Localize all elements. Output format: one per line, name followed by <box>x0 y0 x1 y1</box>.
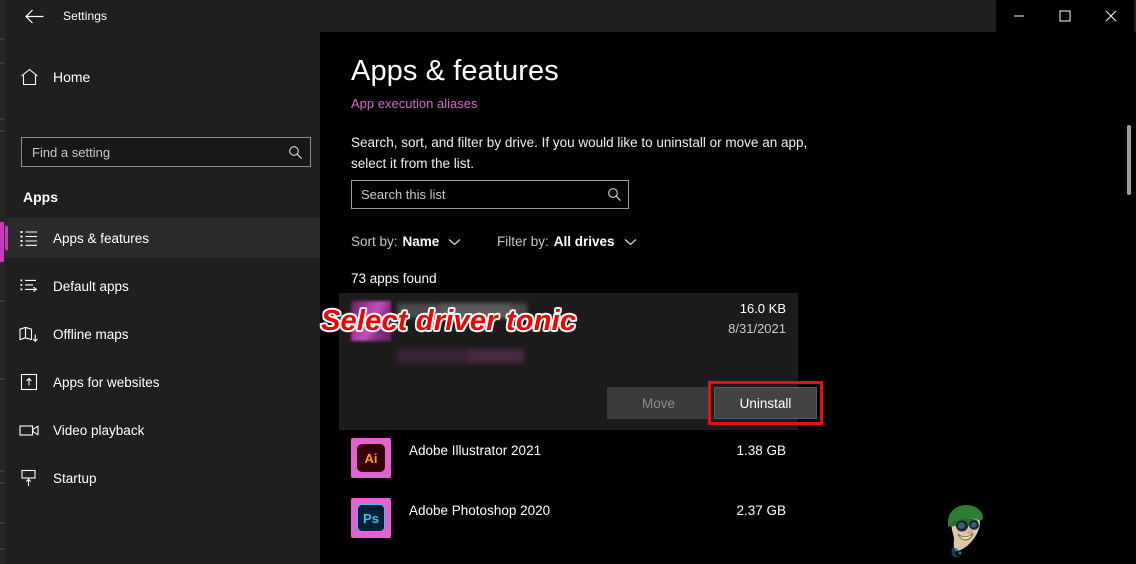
apps-found-count: 73 apps found <box>351 271 437 286</box>
settings-window: Settings Home Find a setting Apps Apps &… <box>5 0 1136 564</box>
title-bar: Settings <box>5 0 1136 32</box>
sort-by-label: Sort by: <box>351 234 398 249</box>
sidebar-item-label: Apps & features <box>53 230 150 246</box>
close-button[interactable] <box>1088 0 1134 32</box>
search-this-list-input[interactable] <box>352 187 600 202</box>
sidebar-item-home[interactable]: Home <box>5 58 320 96</box>
uninstall-highlight-box <box>708 381 823 425</box>
vertical-scrollbar[interactable] <box>1122 32 1136 564</box>
home-icon <box>5 68 53 86</box>
sidebar-item-label: Home <box>53 69 91 85</box>
sidebar-item-apps-for-websites[interactable]: Apps for websites <box>5 362 320 402</box>
find-a-setting-box[interactable] <box>21 137 311 167</box>
minimize-icon <box>1014 15 1024 17</box>
app-list-row[interactable]: Ps Adobe Photoshop 2020 2.37 GB <box>339 490 798 550</box>
minimize-button[interactable] <box>996 0 1042 32</box>
chevron-down-icon <box>448 238 461 246</box>
sort-by-dropdown[interactable]: Sort by: Name <box>351 234 461 249</box>
offline-maps-icon <box>5 326 53 343</box>
adobe-illustrator-icon-label: Ai <box>357 444 385 472</box>
sidebar: Home Apps <box>5 32 320 564</box>
filter-by-label: Filter by: <box>497 234 549 249</box>
sidebar-item-startup[interactable]: Startup <box>5 458 320 498</box>
sidebar-item-apps-and-features[interactable]: Apps & features <box>5 218 320 258</box>
apps-features-icon <box>5 230 53 247</box>
selected-app-size: 16.0 KB <box>739 301 786 316</box>
sidebar-item-label: Default apps <box>53 278 129 294</box>
app-title: Settings <box>63 9 108 23</box>
adobe-photoshop-icon-label: Ps <box>357 504 385 532</box>
close-icon <box>1105 10 1117 22</box>
sort-by-value: Name <box>402 234 440 249</box>
main-content: Apps & features App execution aliases Se… <box>320 32 1136 564</box>
app-execution-aliases-link[interactable]: App execution aliases <box>351 96 477 111</box>
apps-for-websites-icon <box>5 373 53 391</box>
sidebar-section-title: Apps <box>23 189 58 205</box>
watermark-logo <box>940 500 988 558</box>
back-arrow-icon <box>24 9 43 23</box>
selected-app-date: 8/31/2021 <box>728 321 786 336</box>
page-title: Apps & features <box>351 55 559 87</box>
app-size: 2.37 GB <box>736 503 786 518</box>
chevron-down-icon <box>624 238 637 246</box>
sidebar-item-label: Apps for websites <box>53 374 160 390</box>
maximize-icon <box>1059 10 1071 22</box>
app-publisher-redacted-2 <box>469 350 524 362</box>
search-icon[interactable] <box>280 145 310 160</box>
app-size: 1.38 GB <box>736 443 786 458</box>
sidebar-item-label: Startup <box>53 470 97 486</box>
filter-by-value: All drives <box>553 234 615 249</box>
page-description: Search, sort, and filter by drive. If yo… <box>351 135 808 171</box>
sidebar-item-default-apps[interactable]: Default apps <box>5 266 320 306</box>
sidebar-item-label: Video playback <box>53 422 145 438</box>
default-apps-icon <box>5 278 53 295</box>
move-button[interactable]: Move <box>607 387 710 419</box>
startup-icon <box>5 469 53 487</box>
video-playback-icon <box>5 423 53 437</box>
app-name: Adobe Photoshop 2020 <box>409 503 551 518</box>
app-name: Adobe Illustrator 2021 <box>409 443 542 458</box>
search-icon[interactable] <box>600 187 628 202</box>
sidebar-item-video-playback[interactable]: Video playback <box>5 410 320 450</box>
selection-indicator <box>5 226 8 250</box>
app-list-row[interactable]: Ai Adobe Illustrator 2021 1.38 GB <box>339 430 798 490</box>
search-this-list-box[interactable] <box>351 180 629 209</box>
filter-by-dropdown[interactable]: Filter by: All drives <box>497 234 637 249</box>
find-a-setting-input[interactable] <box>22 144 280 160</box>
adobe-illustrator-icon: Ai <box>351 438 391 478</box>
sidebar-item-offline-maps[interactable]: Offline maps <box>5 314 320 354</box>
maximize-button[interactable] <box>1042 0 1088 32</box>
adobe-photoshop-icon: Ps <box>351 498 391 538</box>
back-button[interactable] <box>12 0 56 32</box>
scrollbar-thumb[interactable] <box>1127 125 1131 195</box>
annotation-text: Select driver tonic <box>321 305 577 337</box>
sidebar-item-label: Offline maps <box>53 326 129 342</box>
